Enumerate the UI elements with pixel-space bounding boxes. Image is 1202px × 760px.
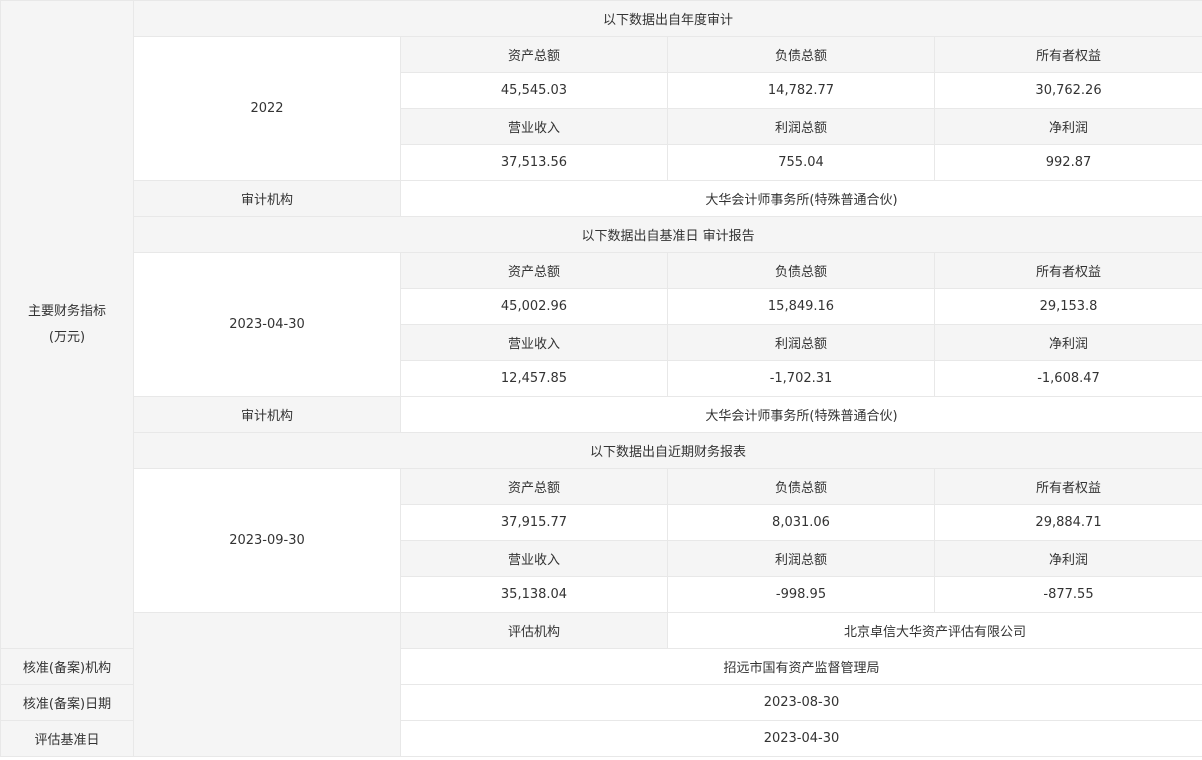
financial-indicators-table: 主要财务指标 (万元) 以下数据出自年度审计 2022 资产总额 负债总额 所有者… [0, 0, 1202, 757]
footer-value: 北京卓信大华资产评估有限公司 [666, 612, 1202, 649]
net-profit-header: 净利润 [933, 540, 1202, 577]
net-profit-value: -1,608.47 [933, 360, 1202, 397]
footer-row-appraisal-org: 评估机构 北京卓信大华资产评估有限公司 [1, 612, 1202, 757]
footer-label: 核准(备案)日期 [0, 684, 134, 721]
footer-label: 评估基准日 [0, 720, 134, 757]
assets-header: 资产总额 [400, 468, 668, 505]
assets-header: 资产总额 [400, 36, 668, 73]
revenue-header: 营业收入 [400, 324, 668, 361]
footer-label: 评估机构 [400, 612, 668, 649]
period-label: 2023-04-30 [133, 252, 401, 397]
section-2-title-row: 以下数据出自基准日 审计报告 [1, 216, 1202, 253]
section-1-title-row: 主要财务指标 (万元) 以下数据出自年度审计 [0, 0, 1202, 649]
section-3-title-row: 以下数据出自近期财务报表 [1, 432, 1202, 469]
period-label: 2022 [133, 36, 401, 181]
footer-left-blank [133, 612, 401, 757]
main-label-text: 主要财务指标 [27, 303, 106, 319]
unit-label: (万元) [48, 329, 86, 345]
equity-value: 29,153.8 [933, 288, 1202, 325]
total-profit-header: 利润总额 [667, 324, 935, 361]
liabilities-value: 8,031.06 [667, 504, 935, 541]
net-profit-value: -877.55 [933, 576, 1202, 613]
revenue-value: 37,513.56 [400, 144, 668, 181]
liabilities-header: 负债总额 [667, 468, 935, 505]
liabilities-header: 负债总额 [667, 36, 935, 73]
total-profit-value: -1,702.31 [667, 360, 935, 397]
net-profit-header: 净利润 [933, 324, 1202, 361]
liabilities-header: 负债总额 [667, 252, 935, 289]
net-profit-value: 992.87 [933, 144, 1202, 181]
revenue-header: 营业收入 [400, 108, 668, 145]
liabilities-value: 15,849.16 [667, 288, 935, 325]
audit-org-value: 大华会计师事务所(特殊普通合伙) [399, 396, 1202, 433]
section-title: 以下数据出自近期财务报表 [132, 432, 1202, 469]
liabilities-value: 14,782.77 [667, 72, 935, 109]
audit-org-label: 审计机构 [133, 396, 401, 433]
net-profit-header: 净利润 [933, 108, 1202, 145]
assets-value: 45,002.96 [400, 288, 668, 325]
footer-value: 2023-04-30 [399, 720, 1202, 757]
period-label: 2023-09-30 [133, 468, 401, 613]
footer-label: 核准(备案)机构 [0, 648, 134, 685]
section-2-audit-row: 审计机构 大华会计师事务所(特殊普通合伙) [1, 396, 1202, 433]
footer-value: 招远市国有资产监督管理局 [399, 648, 1202, 685]
audit-org-value: 大华会计师事务所(特殊普通合伙) [399, 180, 1202, 217]
equity-value: 30,762.26 [933, 72, 1202, 109]
total-profit-header: 利润总额 [667, 108, 935, 145]
total-profit-value: 755.04 [667, 144, 935, 181]
assets-header: 资产总额 [400, 252, 668, 289]
assets-value: 45,545.03 [400, 72, 668, 109]
footer-value: 2023-08-30 [399, 684, 1202, 721]
main-indicator-label: 主要财务指标 (万元) [0, 0, 134, 649]
section-title: 以下数据出自年度审计 [132, 0, 1202, 37]
revenue-header: 营业收入 [400, 540, 668, 577]
equity-header: 所有者权益 [933, 468, 1202, 505]
section-1-audit-row: 审计机构 大华会计师事务所(特殊普通合伙) [1, 180, 1202, 217]
equity-header: 所有者权益 [933, 36, 1202, 73]
section-2-header-row-a: 2023-04-30 资产总额 负债总额 所有者权益 [1, 252, 1202, 397]
section-3-header-row-a: 2023-09-30 资产总额 负债总额 所有者权益 [1, 468, 1202, 613]
audit-org-label: 审计机构 [133, 180, 401, 217]
revenue-value: 12,457.85 [400, 360, 668, 397]
assets-value: 37,915.77 [400, 504, 668, 541]
section-title: 以下数据出自基准日 审计报告 [132, 216, 1202, 253]
section-1-header-row-a: 2022 资产总额 负债总额 所有者权益 [1, 36, 1202, 181]
equity-header: 所有者权益 [933, 252, 1202, 289]
revenue-value: 35,138.04 [400, 576, 668, 613]
equity-value: 29,884.71 [933, 504, 1202, 541]
total-profit-value: -998.95 [667, 576, 935, 613]
total-profit-header: 利润总额 [667, 540, 935, 577]
